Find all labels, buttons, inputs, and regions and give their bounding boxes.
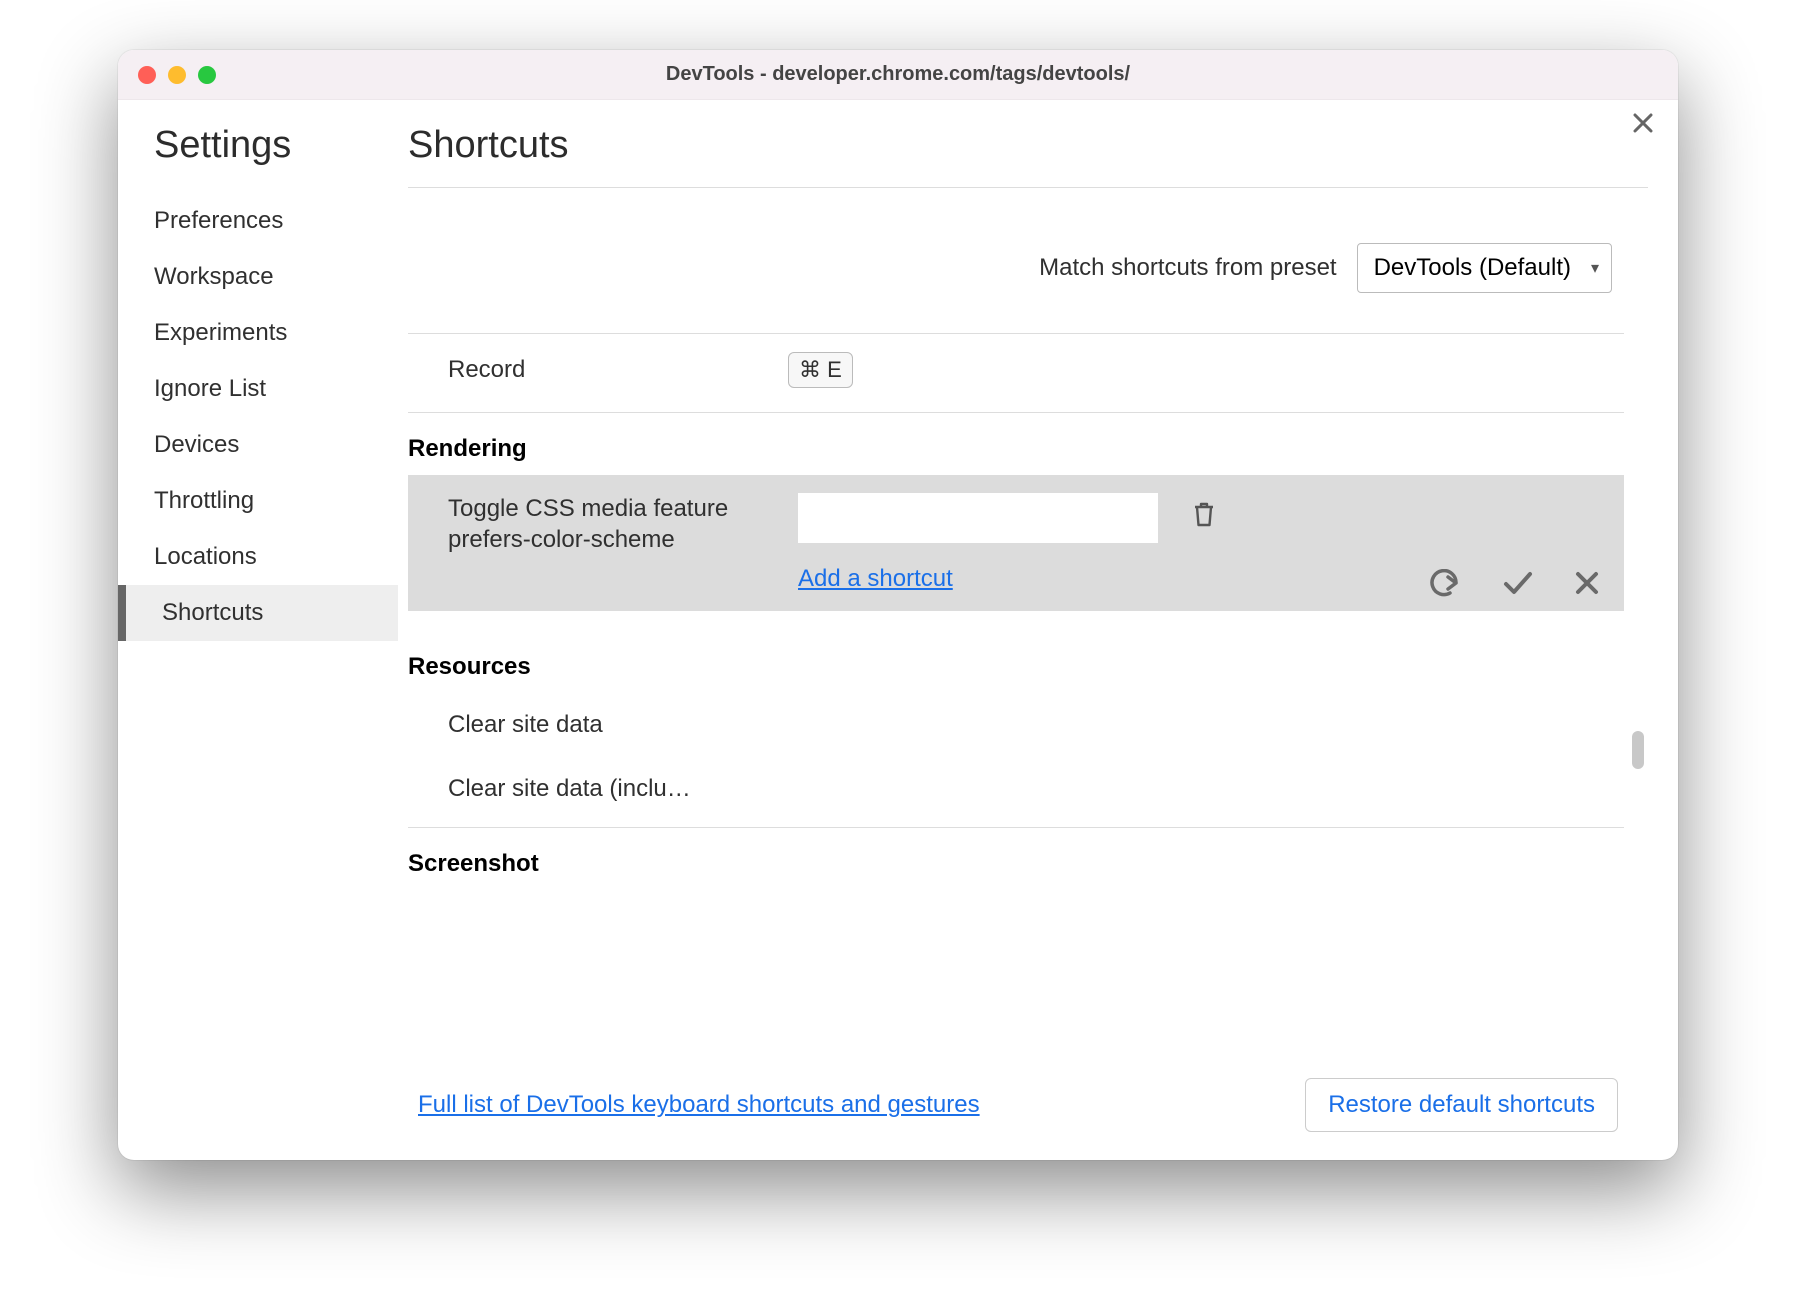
shortcut-row-clear-site-data-inclu[interactable]: Clear site data (inclu… bbox=[408, 757, 1624, 821]
settings-sidebar: Settings Preferences Workspace Experimen… bbox=[118, 124, 398, 1160]
section-screenshot: Screenshot bbox=[408, 827, 1624, 890]
preset-select[interactable]: DevTools (Default) bbox=[1357, 243, 1612, 293]
sidebar-item-ignore-list[interactable]: Ignore List bbox=[140, 361, 398, 417]
add-shortcut-link[interactable]: Add a shortcut bbox=[798, 565, 953, 593]
settings-title: Settings bbox=[140, 124, 398, 167]
preset-value: DevTools (Default) bbox=[1374, 254, 1571, 281]
main-panel: Shortcuts Match shortcuts from preset De… bbox=[398, 124, 1678, 1160]
sidebar-item-throttling[interactable]: Throttling bbox=[140, 473, 398, 529]
shortcut-keys: ⌘ E bbox=[788, 352, 853, 388]
checkmark-icon[interactable] bbox=[1502, 570, 1534, 596]
shortcut-row-record[interactable]: Record ⌘ E bbox=[408, 333, 1624, 406]
minimize-window-button[interactable] bbox=[168, 66, 186, 84]
zoom-window-button[interactable] bbox=[198, 66, 216, 84]
window-title: DevTools - developer.chrome.com/tags/dev… bbox=[118, 63, 1678, 86]
sidebar-item-shortcuts[interactable]: Shortcuts bbox=[118, 585, 398, 641]
page-title: Shortcuts bbox=[408, 124, 1648, 167]
shortcut-row-clear-site-data[interactable]: Clear site data bbox=[408, 693, 1624, 757]
restore-defaults-button[interactable]: Restore default shortcuts bbox=[1305, 1078, 1618, 1132]
trash-icon[interactable] bbox=[1192, 501, 1216, 529]
shortcuts-scroll: Record ⌘ E Rendering Toggle CSS media fe… bbox=[408, 333, 1648, 1060]
shortcut-edit-label: Toggle CSS media feature prefers-color-s… bbox=[448, 493, 788, 555]
shortcut-edit-row: Toggle CSS media feature prefers-color-s… bbox=[408, 475, 1624, 611]
close-window-button[interactable] bbox=[138, 66, 156, 84]
section-rendering: Rendering bbox=[408, 412, 1624, 475]
undo-icon[interactable] bbox=[1426, 569, 1462, 597]
preset-label: Match shortcuts from preset bbox=[1039, 254, 1336, 282]
preset-row: Match shortcuts from preset DevTools (De… bbox=[408, 188, 1648, 333]
sidebar-item-workspace[interactable]: Workspace bbox=[140, 249, 398, 305]
footer: Full list of DevTools keyboard shortcuts… bbox=[408, 1060, 1648, 1160]
window-controls bbox=[138, 66, 216, 84]
x-icon[interactable] bbox=[1574, 570, 1600, 596]
scrollbar-thumb[interactable] bbox=[1632, 731, 1644, 769]
devtools-settings-window: DevTools - developer.chrome.com/tags/dev… bbox=[118, 50, 1678, 1160]
shortcut-input[interactable] bbox=[798, 493, 1158, 543]
full-list-link[interactable]: Full list of DevTools keyboard shortcuts… bbox=[418, 1091, 980, 1119]
shortcut-label: Record bbox=[448, 356, 788, 384]
sidebar-item-devices[interactable]: Devices bbox=[140, 417, 398, 473]
section-resources: Resources bbox=[408, 631, 1624, 693]
titlebar: DevTools - developer.chrome.com/tags/dev… bbox=[118, 50, 1678, 100]
sidebar-item-locations[interactable]: Locations bbox=[140, 529, 398, 585]
content: Settings Preferences Workspace Experimen… bbox=[118, 100, 1678, 1160]
edit-actions bbox=[1426, 569, 1600, 597]
sidebar-item-preferences[interactable]: Preferences bbox=[140, 193, 398, 249]
sidebar-item-experiments[interactable]: Experiments bbox=[140, 305, 398, 361]
